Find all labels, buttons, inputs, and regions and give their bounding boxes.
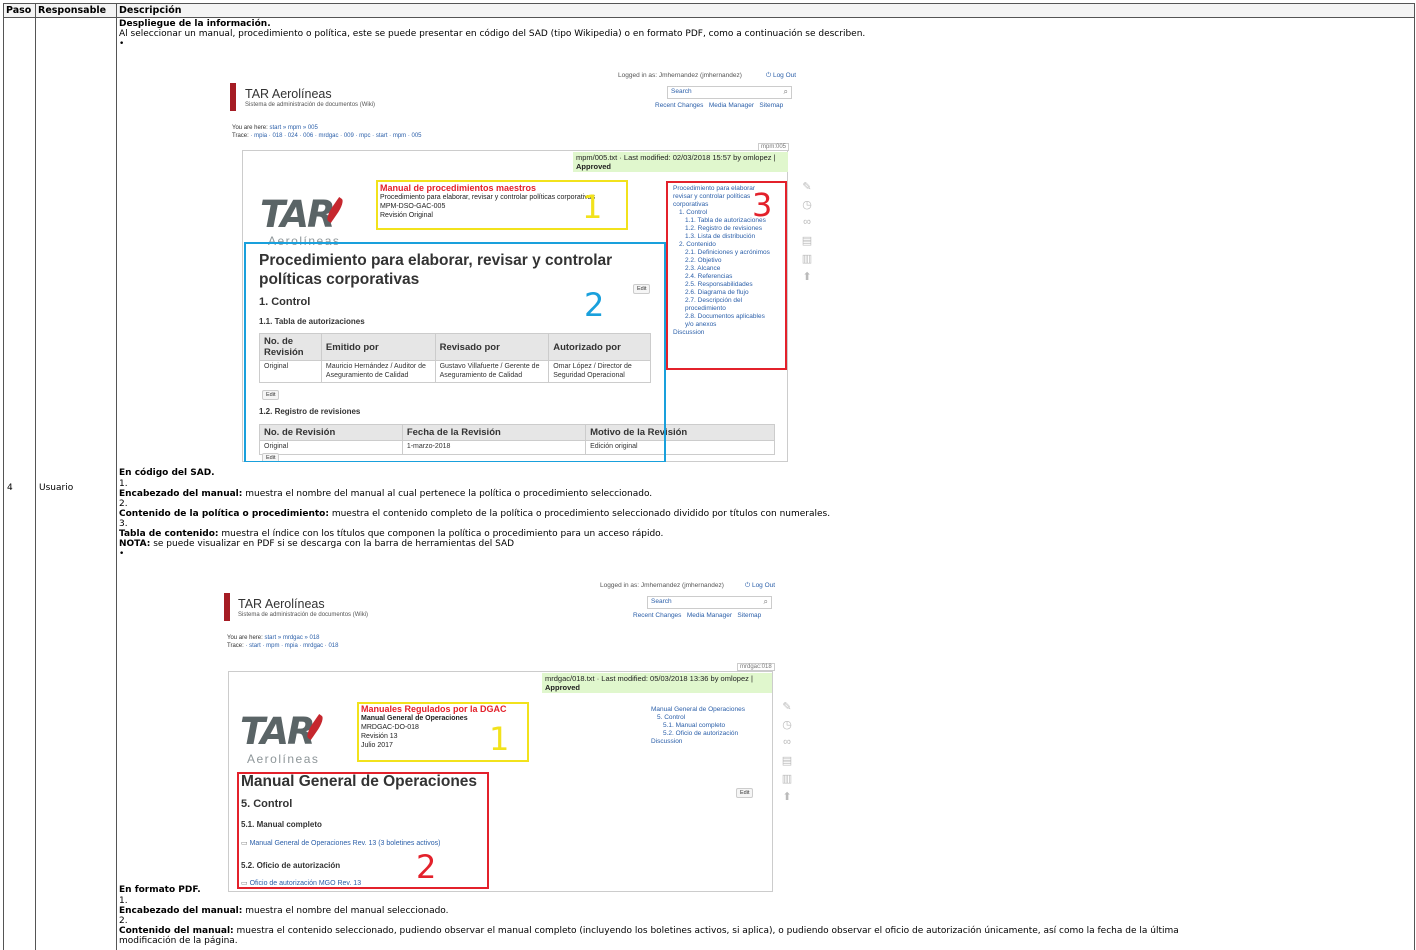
step-number: 4 [3, 17, 36, 950]
pdf-item-2-text: Contenido del manual: muestra el conteni… [119, 926, 1179, 936]
backlinks-icon[interactable]: ∞ [780, 736, 794, 754]
history-icon[interactable]: ◷ [780, 718, 794, 736]
intro-text: Al seleccionar un manual, procedimiento … [119, 29, 866, 39]
toc-item[interactable]: Manual General de Operaciones [651, 706, 766, 714]
breadcrumb: You are here: start » mpm » 005 [232, 125, 318, 131]
site-title: TAR Aerolíneas [238, 597, 325, 611]
toc-item[interactable]: 5. Control [651, 714, 766, 722]
table-of-contents: Manual General de Operaciones 5. Control… [651, 706, 766, 746]
note-text: NOTA: se puede visualizar en PDF si se d… [119, 539, 515, 549]
page-toolbar: ✎ ◷ ∞ ▤ ▥ ⬆ [780, 700, 794, 808]
item-number: 1. [119, 479, 128, 489]
last-modified-bar: mrdgac/018.txt · Last modified: 05/03/20… [542, 673, 772, 693]
highlight-box-2 [244, 242, 666, 462]
section-heading: Despliegue de la información. [119, 19, 271, 29]
last-modified-bar: mpm/005.txt · Last modified: 02/03/2018 … [573, 152, 788, 172]
sad-wiki-screenshot: TAR Aerolíneas Sistema de administración… [230, 70, 900, 462]
callout-1: 1 [582, 188, 603, 226]
toc-item[interactable]: Discussion [651, 738, 766, 746]
header-responsable: Responsable [35, 3, 117, 18]
top-nav-links[interactable]: Recent Changes Media Manager Sitemap [633, 612, 761, 619]
brand-bar [230, 83, 236, 111]
edit-icon[interactable]: ✎ [780, 700, 794, 718]
trace: Trace: · start · mpm · mpia · mrdgac · 0… [227, 643, 339, 649]
pdf-item-1-text: Encabezado del manual: muestra el nombre… [119, 906, 449, 916]
header-paso: Paso [3, 3, 36, 18]
responsible: Usuario [35, 17, 117, 950]
backlinks-icon[interactable]: ∞ [800, 216, 814, 234]
top-nav-links[interactable]: Recent Changes Media Manager Sitemap [655, 102, 783, 109]
search-icon: ⌕ [763, 597, 768, 606]
item-number: 3. [119, 519, 128, 529]
item-number: 2. [119, 499, 128, 509]
description-cell: Despliegue de la información. Al selecci… [116, 17, 1415, 950]
logo-aerolineas: Aerolíneas [247, 752, 320, 766]
bullet: • [119, 39, 125, 49]
page-toolbar: ✎ ◷ ∞ ▤ ▥ ⬆ [800, 180, 814, 288]
toc-item[interactable]: 5.1. Manual completo [651, 722, 766, 730]
trace: Trace: · mpia · 018 · 024 · 006 · mrdgac… [232, 133, 422, 139]
item-1-text: Encabezado del manual: muestra el nombre… [119, 489, 653, 499]
back-to-top-icon[interactable]: ⬆ [800, 270, 814, 288]
bullet: • [119, 549, 125, 559]
procedure-table: Paso Responsable Descripción 4 Usuario D… [3, 3, 1415, 950]
header-descripcion: Descripción [116, 3, 1415, 18]
toc-item[interactable]: 5.2. Oficio de autorización [651, 730, 766, 738]
pdf-wiki-screenshot: TAR Aerolíneas Sistema de administración… [224, 580, 882, 892]
edit-button[interactable]: Edit [736, 788, 754, 798]
power-icon: ⏻ [745, 582, 752, 589]
power-icon: ⏻ [766, 72, 773, 79]
pdf-export-icon[interactable]: ▥ [800, 252, 814, 270]
breadcrumb: You are here: start » mrdgac » 018 [227, 635, 320, 641]
search-input[interactable]: Search ⌕ [647, 596, 772, 609]
back-to-top-icon[interactable]: ⬆ [780, 790, 794, 808]
logged-in-text: Logged in as: Jmhernandez (jmhernandez) [600, 582, 724, 589]
item-2-text: Contenido de la política o procedimiento… [119, 509, 831, 519]
page-id: mpm:005 [758, 143, 790, 151]
tar-logo: TAR [240, 710, 315, 753]
site-subtitle: Sistema de administración de documentos … [245, 102, 376, 108]
edit-icon[interactable]: ✎ [800, 180, 814, 198]
callout-2: 2 [584, 286, 605, 324]
search-icon: ⌕ [783, 87, 788, 96]
tar-logo: TAR [260, 193, 335, 236]
history-icon[interactable]: ◷ [800, 198, 814, 216]
callout-2: 2 [416, 848, 437, 886]
page-id: mrdgac:018 [737, 663, 775, 671]
pdf-item-2-cont: modificación de la página. [119, 936, 238, 946]
item-number: 2. [119, 916, 128, 926]
item-number: 1. [119, 896, 128, 906]
logout-link[interactable]: ⏻ Log Out [745, 582, 775, 590]
odt-export-icon[interactable]: ▤ [800, 234, 814, 252]
site-subtitle: Sistema de administración de documentos … [238, 612, 369, 618]
site-title: TAR Aerolíneas [245, 87, 332, 101]
highlight-box-2 [237, 772, 489, 889]
search-input[interactable]: Search ⌕ [667, 86, 792, 99]
odt-export-icon[interactable]: ▤ [780, 754, 794, 772]
logout-link[interactable]: ⏻ Log Out [766, 72, 796, 80]
sad-title: En código del SAD. [119, 468, 215, 478]
brand-bar [224, 593, 230, 621]
callout-3: 3 [752, 186, 773, 224]
pdf-title: En formato PDF. [119, 885, 201, 895]
callout-1: 1 [489, 720, 510, 758]
item-3-text: Tabla de contenido: muestra el índice co… [119, 529, 664, 539]
logged-in-text: Logged in as: Jmhernandez (jmhernandez) [618, 72, 742, 79]
pdf-export-icon[interactable]: ▥ [780, 772, 794, 790]
